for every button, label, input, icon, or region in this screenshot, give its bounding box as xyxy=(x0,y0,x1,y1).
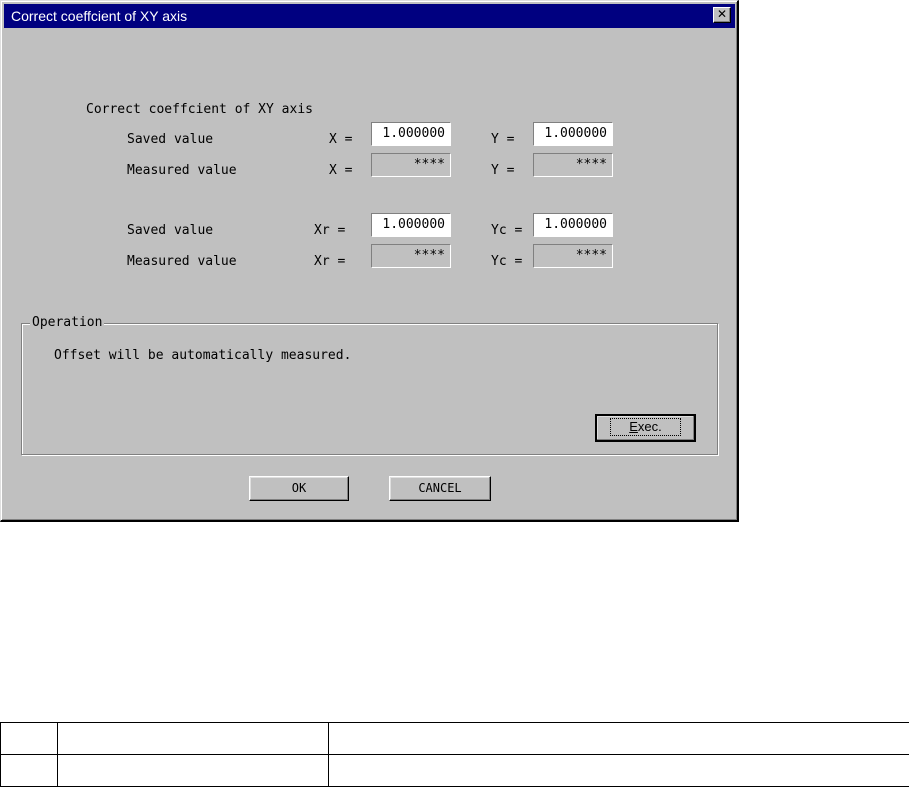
ok-button[interactable]: OK xyxy=(249,476,349,501)
x-label: X = xyxy=(329,163,353,178)
document-table xyxy=(0,722,909,787)
cancel-button[interactable]: CANCEL xyxy=(389,476,491,501)
title-bar[interactable]: Correct coeffcient of XY axis ✕ xyxy=(4,4,735,28)
table-cell xyxy=(328,754,909,787)
table-cell xyxy=(0,722,58,755)
table-row xyxy=(0,722,909,755)
yc-label: Yc = xyxy=(491,254,523,269)
table-cell xyxy=(328,722,909,755)
measured-xr-field: **** xyxy=(371,244,451,268)
operation-group: Operation Offset will be automatically m… xyxy=(21,315,718,455)
y-label: Y = xyxy=(491,132,515,147)
x-label: X = xyxy=(329,132,353,147)
close-icon[interactable]: ✕ xyxy=(713,7,731,23)
section-heading: Correct coeffcient of XY axis xyxy=(86,102,313,117)
measured-y-field: **** xyxy=(533,153,613,177)
dialog-window: Correct coeffcient of XY axis ✕ Correct … xyxy=(0,0,739,522)
operation-legend: Operation xyxy=(30,315,105,331)
saved-xr-field[interactable]: 1.000000 xyxy=(371,213,451,237)
saved-x-field[interactable]: 1.000000 xyxy=(371,122,451,146)
saved-value-label: Saved value xyxy=(127,223,214,238)
measured-value-label: Measured value xyxy=(127,163,237,178)
operation-message: Offset will be automatically measured. xyxy=(54,348,352,363)
table-cell xyxy=(57,754,329,787)
xr-label: Xr = xyxy=(314,223,346,238)
window-title: Correct coeffcient of XY axis xyxy=(11,8,188,24)
exec-button[interactable]: Exec. xyxy=(595,414,696,442)
yc-label: Yc = xyxy=(491,223,523,238)
xr-label: Xr = xyxy=(314,254,346,269)
measured-yc-field: **** xyxy=(533,244,613,268)
table-cell xyxy=(57,722,329,755)
exec-button-label: Exec. xyxy=(610,418,681,436)
saved-yc-field[interactable]: 1.000000 xyxy=(533,213,613,237)
table-cell xyxy=(0,754,58,787)
table-row xyxy=(0,754,909,787)
measured-x-field: **** xyxy=(371,153,451,177)
saved-value-label: Saved value xyxy=(127,132,214,147)
saved-y-field[interactable]: 1.000000 xyxy=(533,122,613,146)
measured-value-label: Measured value xyxy=(127,254,237,269)
y-label: Y = xyxy=(491,163,515,178)
